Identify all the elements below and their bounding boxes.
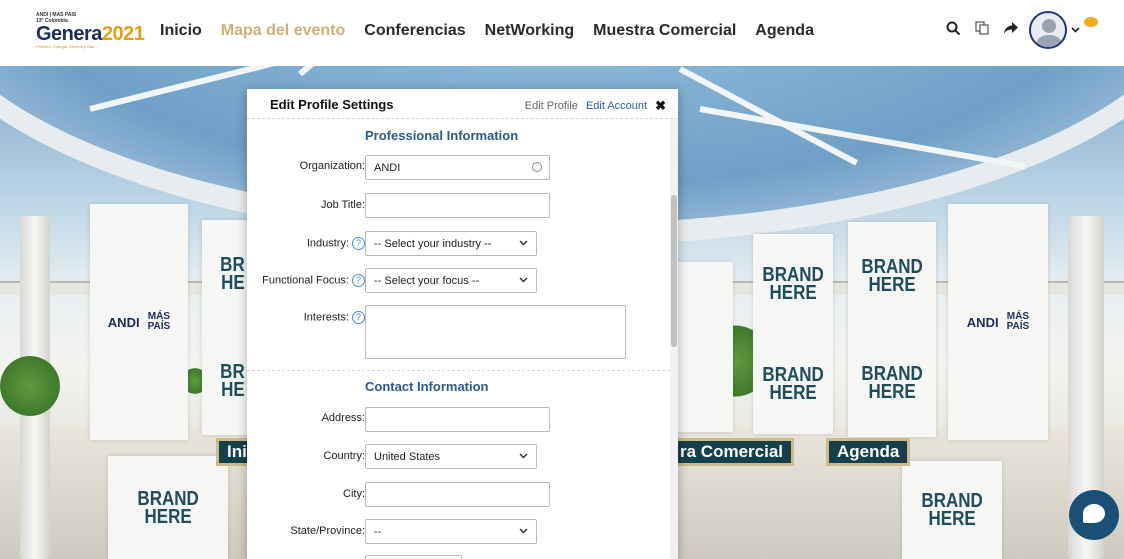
brand-text: BRAND HERE [762, 264, 824, 304]
main-nav: Inicio Mapa del evento Conferencias NetW… [160, 22, 833, 40]
modal-scrollbar[interactable] [670, 119, 678, 559]
brand-banner[interactable]: BRAND HERE BRAND HERE [848, 222, 936, 437]
help-icon[interactable]: ? [352, 311, 365, 324]
interests-label: Interests:? [304, 311, 365, 324]
share-icon[interactable] [1003, 21, 1019, 39]
help-icon[interactable]: ? [352, 274, 365, 287]
brand-banner[interactable]: BRAND HERE [902, 461, 1002, 559]
nav-agenda[interactable]: Agenda [755, 22, 814, 40]
organization-field[interactable]: ANDI [365, 155, 550, 180]
modal-header: Edit Profile Settings Edit Profile Edit … [247, 89, 678, 119]
chat-launcher-button[interactable] [1069, 490, 1119, 540]
address-label: Address: [321, 412, 365, 424]
brand-text: BRAND HERE [921, 490, 983, 530]
brand-banner[interactable]: BRAND HERE [108, 456, 228, 559]
close-icon[interactable]: ✖ [655, 98, 666, 114]
help-icon[interactable]: ? [352, 237, 365, 250]
chevron-down-icon[interactable] [1071, 24, 1080, 36]
tab-edit-profile[interactable]: Edit Profile [525, 100, 578, 112]
maspais-logo: MÁS PAÍS [1006, 311, 1030, 332]
brand-text: BRAND HERE [762, 364, 824, 404]
sign-muestra-comercial[interactable]: ra Comercial [672, 438, 794, 466]
nav-muestra-comercial[interactable]: Muestra Comercial [593, 22, 736, 40]
chevron-down-icon [519, 526, 528, 537]
user-toolbar [932, 11, 1098, 49]
state-label: State/Province: [290, 525, 365, 537]
chevron-down-icon [519, 451, 528, 462]
industry-select[interactable]: -- Select your industry -- [365, 231, 537, 256]
section-title-professional: Professional Information [365, 128, 519, 143]
brand-text: BR HE [220, 253, 245, 294]
organization-label: Organization: [299, 160, 365, 172]
city-label: City: [343, 488, 365, 500]
section-title-contact: Contact Information [365, 379, 489, 394]
job-title-field[interactable] [365, 193, 550, 218]
nav-inicio[interactable]: Inicio [160, 22, 202, 40]
brand-text: BRAND HERE [861, 363, 923, 404]
country-label: Country: [323, 450, 365, 462]
brand-text: BRAND HERE [861, 255, 923, 296]
functional-focus-label: Functional Focus:? [262, 274, 365, 287]
search-icon[interactable] [946, 21, 961, 40]
andi-logo: ANDI [966, 314, 999, 330]
state-select[interactable]: -- [365, 519, 537, 544]
edit-profile-modal: Edit Profile Settings Edit Profile Edit … [247, 89, 678, 559]
modal-title: Edit Profile Settings [270, 97, 394, 112]
modal-tabs: Edit Profile Edit Account ✖ [525, 98, 666, 114]
functional-focus-select[interactable]: -- Select your focus -- [365, 268, 537, 293]
translate-icon[interactable] [975, 21, 989, 39]
logo-wordmark: Genera2021 [36, 23, 145, 45]
chevron-down-icon [519, 238, 528, 249]
brand-banner[interactable]: BR HE BR HE [202, 220, 247, 435]
maspais-logo: MÁS PAÍS [147, 311, 171, 332]
tab-edit-account[interactable]: Edit Account [586, 100, 647, 112]
brand-text: BRAND HERE [137, 487, 199, 528]
section-divider [247, 370, 670, 371]
nav-mapa-del-evento[interactable]: Mapa del evento [221, 22, 345, 40]
avatar[interactable] [1029, 11, 1067, 49]
address-field[interactable] [365, 407, 550, 432]
country-select[interactable]: United States [365, 444, 537, 469]
job-title-label: Job Title: [320, 199, 365, 211]
brand-banner[interactable]: BRAND HERE BRAND HERE [753, 234, 833, 434]
sign-agenda[interactable]: Agenda [826, 438, 911, 466]
interests-textarea[interactable] [365, 305, 626, 359]
loading-circle-icon [532, 162, 542, 172]
andi-logo: ANDI [107, 314, 140, 330]
top-navigation: ANDI | MAS PAIS 13° Colombia Genera2021 … [0, 0, 1124, 66]
nav-networking[interactable]: NetWorking [485, 22, 574, 40]
next-field-partial[interactable] [365, 555, 462, 559]
chevron-down-icon [519, 275, 528, 286]
sponsor-banner[interactable]: ANDI MÁS PAÍS [90, 204, 188, 440]
city-field[interactable] [365, 482, 550, 507]
industry-label: Industry:? [307, 237, 365, 250]
brand-banner[interactable] [678, 262, 733, 432]
event-logo[interactable]: ANDI | MAS PAIS 13° Colombia Genera2021 … [36, 12, 145, 56]
plant [0, 356, 60, 416]
brand-text: BR HE [220, 361, 245, 402]
sponsor-banner[interactable]: ANDI MÁS PAÍS [948, 204, 1048, 440]
chat-notification-icon[interactable] [1084, 17, 1098, 27]
scrollbar-thumb[interactable] [671, 195, 677, 347]
nav-conferencias[interactable]: Conferencias [364, 22, 465, 40]
